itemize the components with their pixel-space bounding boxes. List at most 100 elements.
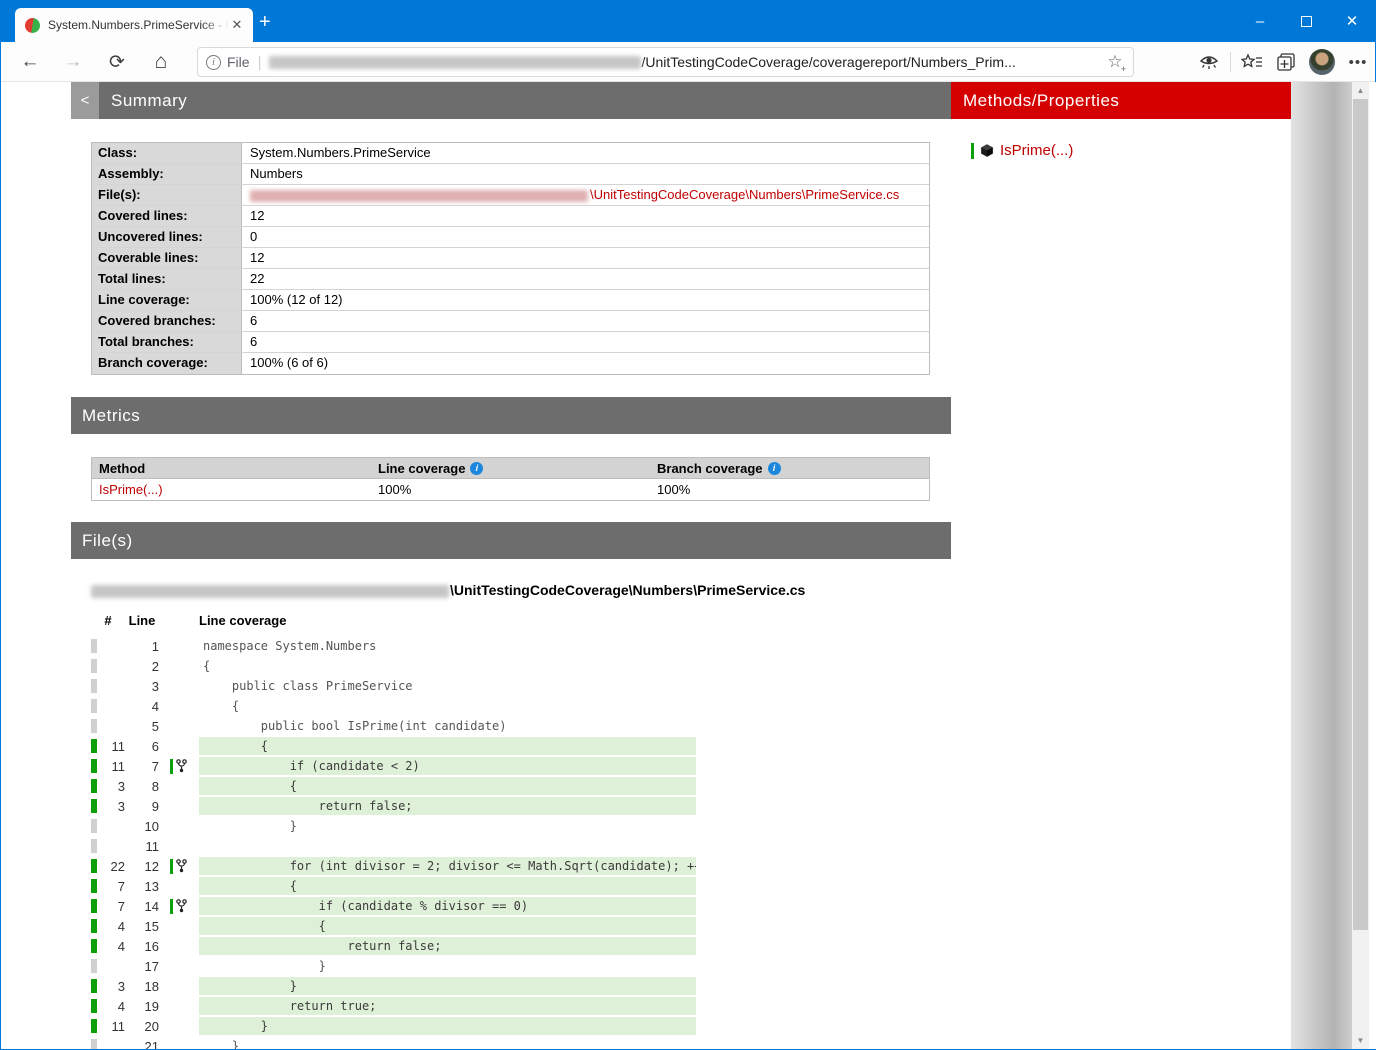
address-separator: | (257, 53, 262, 71)
branch-indicator (159, 958, 199, 974)
browser-tab[interactable]: System.Numbers.PrimeService - C ✕ (15, 8, 253, 42)
close-button[interactable]: ✕ (1329, 0, 1375, 42)
branch-indicator (159, 1018, 199, 1034)
vertical-scrollbar[interactable]: ▲ ▼ (1352, 82, 1369, 1049)
summary-row: Covered branches: 6 (92, 311, 929, 332)
files-section-header: File(s) (71, 522, 951, 559)
scroll-down-icon[interactable]: ▼ (1352, 1032, 1369, 1049)
line-number: 15 (144, 918, 159, 934)
branch-indicator (159, 998, 199, 1014)
method-link[interactable]: IsPrime(...) (1000, 142, 1073, 159)
page-info-icon[interactable]: i (206, 54, 221, 70)
line-number: 10 (144, 818, 159, 834)
favorites-bar-icon[interactable] (1235, 53, 1269, 71)
scrollbar-thumb[interactable] (1353, 99, 1368, 930)
code-text: for (int divisor = 2; divisor <= Math.Sq… (199, 857, 696, 875)
code-text: return false; (199, 797, 696, 815)
summary-row-value: \UnitTestingCodeCoverage\Numbers\PrimeSe… (242, 185, 929, 205)
summary-row-value: 0 (250, 229, 258, 244)
tab-close-icon[interactable]: ✕ (229, 17, 245, 33)
scroll-up-icon[interactable]: ▲ (1352, 82, 1369, 99)
code-line-row: 3 9 return false; (91, 796, 696, 816)
file-link[interactable]: \UnitTestingCodeCoverage\Numbers\PrimeSe… (590, 187, 899, 202)
code-text: return true; (199, 997, 696, 1015)
summary-row-label: Assembly: (92, 164, 242, 184)
code-text: } (203, 1039, 240, 1049)
forward-icon[interactable]: → (56, 42, 90, 82)
metrics-column-header: Line coverage i (371, 458, 650, 478)
info-icon[interactable]: i (470, 461, 484, 475)
code-line-row: 7 13 { (91, 876, 696, 896)
code-line-row: 11 20 } (91, 1016, 696, 1036)
code-text: if (candidate % divisor == 0) (199, 897, 696, 915)
extension-eye-icon[interactable] (1192, 54, 1226, 71)
home-icon[interactable]: ⌂ (144, 42, 178, 82)
code-line-row: 10 } (91, 816, 696, 836)
profile-avatar[interactable] (1303, 49, 1341, 75)
line-number: 11 (145, 838, 160, 854)
collections-icon[interactable] (1269, 52, 1303, 72)
summary-row-label: File(s): (92, 185, 242, 205)
code-line-row: 4 19 return true; (91, 996, 696, 1016)
tab-title: System.Numbers.PrimeService - C (48, 18, 229, 32)
column-line-coverage: Line coverage (199, 613, 287, 628)
coverage-indicator-bar (91, 919, 101, 933)
summary-table: Class: System.Numbers.PrimeService Assem… (91, 142, 930, 375)
summary-row-value: 100% (6 of 6) (250, 355, 329, 370)
refresh-icon[interactable]: ⟳ (100, 42, 134, 82)
summary-row-value: 100% (12 of 12) (250, 292, 343, 307)
coverage-indicator-bar (91, 739, 101, 753)
code-line-row: 4 { (91, 696, 696, 716)
code-text: } (199, 977, 696, 995)
branch-icon (176, 859, 187, 873)
line-hit-count: 7 (117, 898, 125, 914)
info-icon[interactable]: i (767, 461, 781, 475)
summary-row-label: Total branches: (92, 332, 242, 352)
line-hit-count: 7 (117, 878, 125, 894)
method-link[interactable]: IsPrime(...) (99, 482, 163, 497)
add-favorite-icon[interactable]: ☆ + (1105, 52, 1126, 74)
minimize-button[interactable]: – (1237, 0, 1283, 42)
line-number: 1 (151, 638, 159, 654)
branch-indicator (159, 698, 199, 714)
maximize-button[interactable] (1283, 0, 1329, 42)
summary-row: Assembly: Numbers (92, 164, 929, 185)
code-text: namespace System.Numbers (203, 639, 377, 653)
toolbar-divider (1230, 52, 1231, 72)
settings-menu-icon[interactable]: ••• (1341, 54, 1375, 71)
summary-row: Coverable lines: 12 (92, 248, 929, 269)
branch-indicator (159, 718, 199, 734)
branch-indicator (159, 818, 199, 834)
line-hit-count: 11 (111, 1018, 126, 1034)
coverage-indicator-bar (91, 1019, 101, 1033)
back-icon[interactable]: ← (13, 42, 47, 82)
branch-indicator (159, 798, 199, 814)
code-table-header: # Line Line coverage (91, 613, 599, 628)
branch-indicator (159, 738, 199, 754)
coverage-indicator-bar (91, 999, 101, 1013)
back-to-summary-button[interactable]: < (71, 82, 99, 119)
code-line-row: 4 16 return false; (91, 936, 696, 956)
metrics-section-header: Metrics (71, 397, 951, 434)
summary-row: File(s): \UnitTestingCodeCoverage\Number… (92, 185, 929, 206)
new-tab-button[interactable]: + (259, 10, 271, 34)
summary-section-header: < Summary (71, 82, 951, 119)
address-bar[interactable]: i File | /UnitTestingCodeCoverage/covera… (197, 47, 1134, 77)
summary-row-label: Uncovered lines: (92, 227, 242, 247)
summary-row-label: Class: (92, 143, 242, 163)
code-text: { (199, 917, 696, 935)
code-text: { (203, 699, 240, 713)
coverage-indicator-bar (91, 779, 101, 793)
line-number: 20 (144, 1018, 159, 1034)
files-title: File(s) (82, 530, 133, 550)
scheme-chip: File (227, 54, 250, 70)
branch-indicator (159, 858, 199, 874)
summary-row-value: 12 (250, 250, 265, 265)
line-number: 21 (144, 1038, 159, 1050)
code-text: public class PrimeService (203, 679, 413, 693)
summary-row-label: Covered lines: (92, 206, 242, 226)
method-list-item[interactable]: IsPrime(...) (971, 142, 1073, 159)
title-bar: System.Numbers.PrimeService - C ✕ + – ✕ (1, 0, 1375, 42)
summary-row-value: 6 (250, 334, 258, 349)
